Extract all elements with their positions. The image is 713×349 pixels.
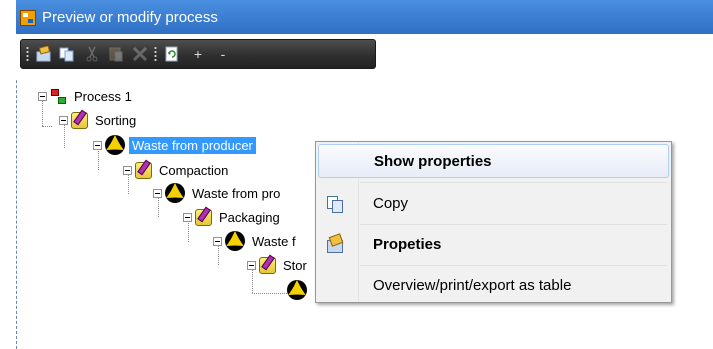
tree-node-waste[interactable]: Waste from pro — [153, 183, 283, 203]
tree-node-label: Sorting — [95, 112, 137, 128]
collapse-toggle[interactable] — [38, 91, 47, 101]
radioactive-icon — [165, 183, 185, 203]
refresh-icon — [165, 46, 178, 62]
window-title: Preview or modify process — [42, 9, 218, 26]
collapse-toggle[interactable] — [213, 236, 222, 246]
delete-button[interactable] — [131, 45, 149, 63]
step-icon — [195, 208, 212, 226]
step-icon — [259, 256, 276, 274]
collapse-toggle[interactable] — [183, 212, 192, 222]
title-bar[interactable]: Preview or modify process — [16, 0, 713, 34]
radioactive-icon — [105, 135, 125, 155]
tree-node-process[interactable]: Process 1 — [38, 86, 135, 106]
tree-node-step[interactable]: Sorting — [59, 110, 139, 130]
tree-node-label: Process 1 — [74, 88, 132, 104]
step-icon — [71, 111, 88, 129]
window-left-edge — [0, 0, 17, 349]
context-menu: Show properties Copy Propeties Overview/… — [315, 141, 672, 303]
tree-node-label: Waste f — [252, 233, 296, 249]
properties-button[interactable] — [35, 45, 53, 63]
cut-button[interactable] — [83, 45, 101, 63]
paste-icon — [109, 47, 123, 62]
copy-button[interactable] — [58, 45, 76, 63]
collapse-all-icon: - — [220, 46, 226, 62]
properties-icon — [326, 235, 344, 253]
toolbar-area: + - — [16, 34, 713, 79]
menu-separator — [360, 224, 667, 225]
collapse-toggle[interactable] — [59, 115, 68, 125]
radioactive-icon — [225, 231, 245, 251]
menu-item-show-properties[interactable]: Show properties — [318, 144, 669, 178]
menu-item-label: Overview/print/export as table — [373, 276, 572, 294]
collapse-toggle[interactable] — [93, 140, 102, 150]
paste-button[interactable] — [107, 45, 125, 63]
collapse-toggle[interactable] — [247, 260, 256, 270]
tree-node-waste[interactable] — [287, 280, 311, 300]
toolbar: + - — [20, 39, 376, 69]
tree-node-step[interactable]: Packaging — [183, 207, 283, 227]
expand-all-button[interactable]: + — [189, 45, 207, 63]
tree-node-waste[interactable]: Waste f — [213, 231, 299, 251]
menu-item-overview-export[interactable]: Overview/print/export as table — [318, 268, 669, 302]
tree-node-waste[interactable]: Waste from producer — [93, 135, 256, 155]
app-icon — [20, 10, 36, 26]
menu-item-label: Copy — [373, 194, 409, 212]
delete-icon — [132, 46, 148, 62]
tree-node-label: Waste from producer — [129, 136, 256, 154]
collapse-toggle[interactable] — [123, 165, 132, 175]
tree-node-label: Packaging — [219, 209, 280, 225]
tree-node-label: Compaction — [159, 162, 229, 178]
tree-connector — [42, 126, 52, 127]
cut-icon — [86, 46, 98, 62]
menu-item-label: Propeties — [373, 235, 442, 253]
process-icon — [50, 87, 67, 105]
menu-item-copy[interactable]: Copy — [318, 186, 669, 220]
tree-node-step[interactable]: Compaction — [123, 160, 231, 180]
menu-separator — [360, 182, 667, 183]
menu-item-label: Show properties — [374, 152, 492, 170]
collapse-toggle[interactable] — [153, 188, 162, 198]
toolbar-grip[interactable] — [26, 46, 29, 63]
tree-connector — [252, 293, 287, 294]
copy-icon — [326, 194, 344, 213]
collapse-all-button[interactable]: - — [214, 45, 232, 63]
menu-separator — [360, 265, 667, 266]
step-icon — [135, 161, 152, 179]
radioactive-icon — [287, 280, 307, 300]
copy-icon — [59, 47, 74, 62]
tree-node-label: Waste from pro — [192, 185, 281, 201]
tree-node-step[interactable]: Stor — [247, 255, 310, 275]
refresh-button[interactable] — [163, 45, 181, 63]
menu-item-properties[interactable]: Propeties — [318, 227, 669, 261]
expand-all-icon: + — [193, 46, 203, 62]
tree-node-label: Stor — [283, 257, 307, 273]
properties-icon — [36, 46, 51, 62]
toolbar-grip[interactable] — [154, 46, 157, 63]
